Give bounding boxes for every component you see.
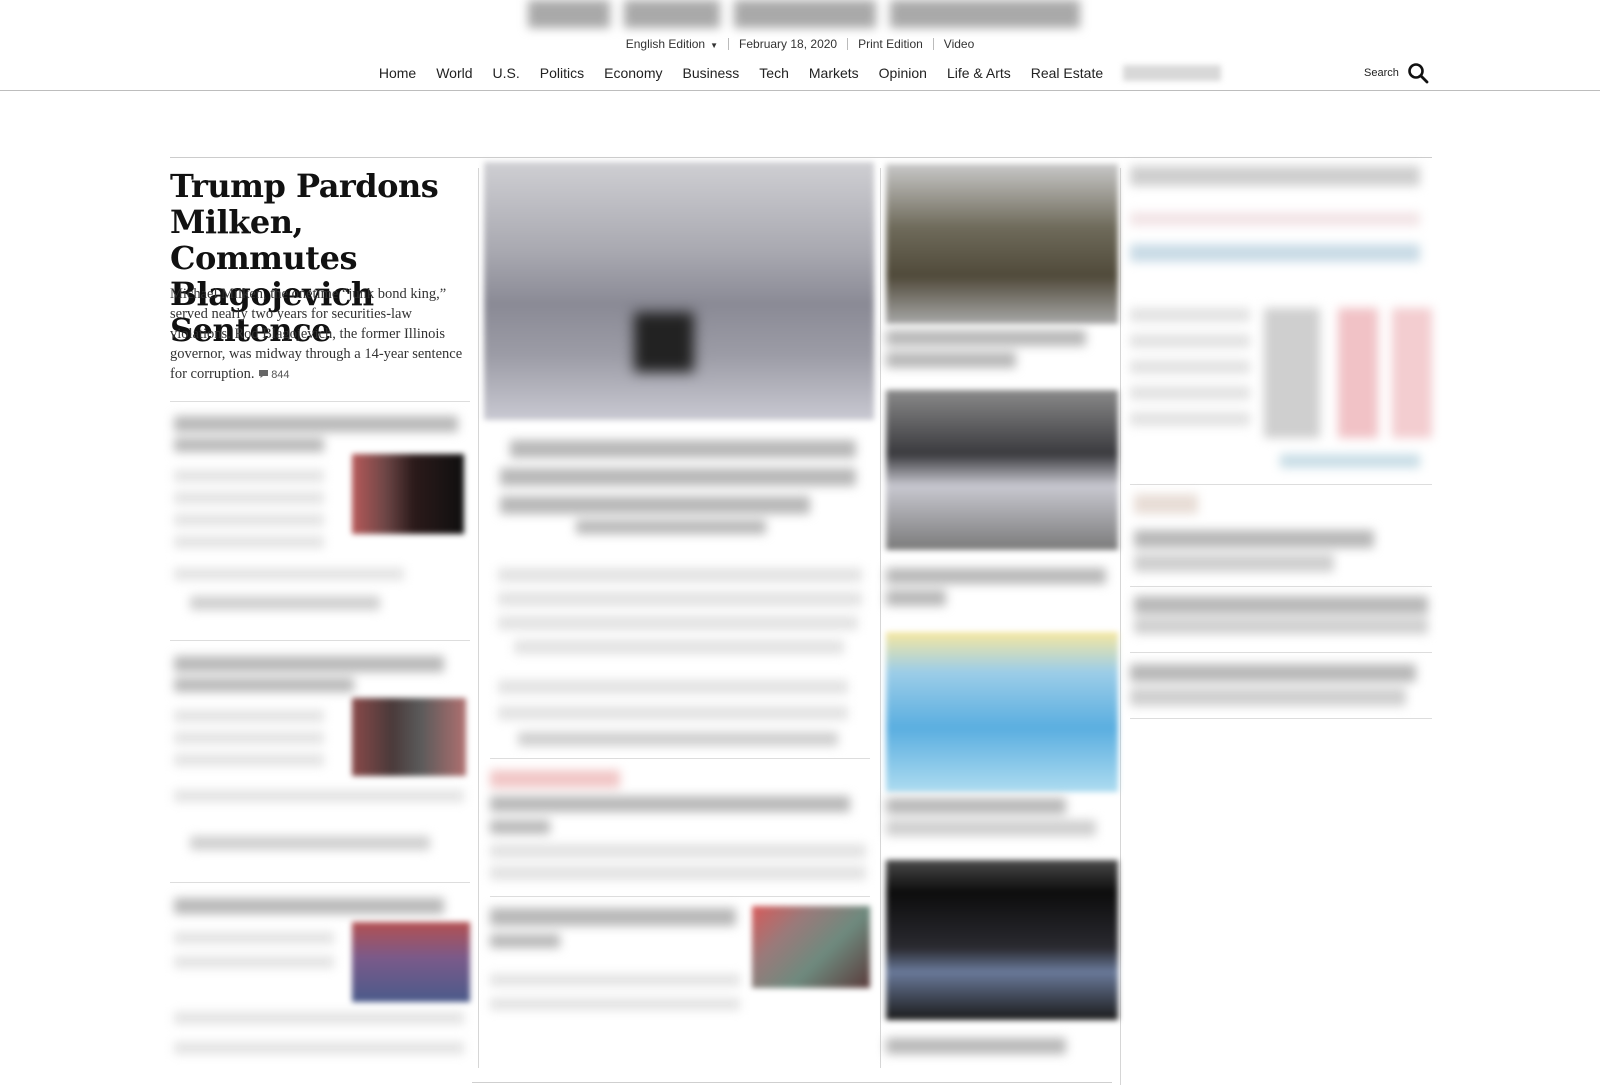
- story-photo[interactable]: [886, 164, 1118, 324]
- featured-summary: [494, 560, 870, 750]
- edition-bar: English Edition ▼ February 18, 2020 Print…: [0, 34, 1600, 54]
- bottom-divider: [472, 1082, 1112, 1083]
- story-card[interactable]: [486, 904, 746, 1034]
- story-divider: [1130, 652, 1432, 653]
- nav-item-real-estate[interactable]: Real Estate: [1031, 65, 1103, 81]
- story-divider: [490, 758, 870, 759]
- markets-widget[interactable]: [1130, 164, 1438, 474]
- comment-count-value: 844: [271, 369, 290, 381]
- story-divider: [170, 401, 470, 402]
- featured-headline[interactable]: [494, 436, 874, 536]
- story-thumbnail[interactable]: [352, 922, 470, 1002]
- nav-item-economy[interactable]: Economy: [604, 65, 662, 81]
- divider: [728, 38, 730, 50]
- search-button[interactable]: Search: [1364, 61, 1429, 85]
- story-thumbnail[interactable]: [752, 906, 870, 988]
- story-divider: [490, 896, 870, 897]
- nav-item-business[interactable]: Business: [682, 65, 739, 81]
- edition-label: English Edition: [625, 37, 706, 51]
- story-divider: [170, 640, 470, 641]
- caret-down-icon: ▼: [710, 41, 719, 50]
- comment-count[interactable]: 844: [258, 369, 290, 381]
- story-graphic[interactable]: [886, 632, 1118, 792]
- divider: [847, 38, 849, 50]
- lead-summary-text: Michael Milken, the onetime “junk bond k…: [170, 286, 463, 382]
- edition-selector[interactable]: English Edition ▼: [626, 37, 718, 51]
- story-card[interactable]: [486, 768, 870, 888]
- divider: [932, 38, 934, 50]
- comment-icon: [259, 370, 269, 378]
- nav-item-tech[interactable]: Tech: [759, 65, 789, 81]
- story-divider: [1130, 484, 1432, 485]
- print-edition-link[interactable]: Print Edition: [858, 37, 923, 51]
- story-photo[interactable]: [886, 390, 1118, 550]
- nav-item-markets[interactable]: Markets: [809, 65, 859, 81]
- featured-photo[interactable]: [484, 162, 874, 420]
- story-thumbnail[interactable]: [352, 454, 464, 534]
- header-divider: [0, 90, 1600, 91]
- nav-item-home[interactable]: Home: [379, 65, 416, 81]
- story-divider: [170, 882, 470, 883]
- main-nav: Home World U.S. Politics Economy Busines…: [0, 61, 1600, 85]
- nav-item-opinion[interactable]: Opinion: [879, 65, 927, 81]
- story-card[interactable]: [1134, 594, 1434, 644]
- search-label: Search: [1364, 67, 1399, 79]
- story-headline[interactable]: [886, 1036, 1118, 1076]
- story-photo[interactable]: [886, 860, 1118, 1020]
- column-rule: [1120, 168, 1121, 1085]
- story-card[interactable]: [1130, 662, 1432, 716]
- nav-item-obscured[interactable]: [1123, 65, 1222, 81]
- nav-item-world[interactable]: World: [436, 65, 472, 81]
- story-headline[interactable]: [886, 326, 1118, 374]
- nav-item-us[interactable]: U.S.: [493, 65, 520, 81]
- lead-summary: Michael Milken, the onetime “junk bond k…: [170, 284, 470, 385]
- story-headline[interactable]: [886, 796, 1118, 844]
- story-divider: [1130, 718, 1432, 719]
- search-icon: [1408, 63, 1429, 84]
- column-rule: [880, 168, 881, 1068]
- column-rule: [478, 168, 479, 1068]
- section-divider: [170, 157, 1432, 158]
- story-thumbnail[interactable]: [352, 698, 466, 776]
- story-divider: [1130, 586, 1432, 587]
- story-headline[interactable]: [886, 566, 1118, 614]
- video-link[interactable]: Video: [944, 37, 974, 51]
- story-card[interactable]: [1134, 494, 1434, 580]
- current-date: February 18, 2020: [739, 37, 838, 51]
- nav-item-politics[interactable]: Politics: [540, 65, 584, 81]
- nav-item-life-arts[interactable]: Life & Arts: [947, 65, 1011, 81]
- site-logo[interactable]: [528, 0, 1084, 28]
